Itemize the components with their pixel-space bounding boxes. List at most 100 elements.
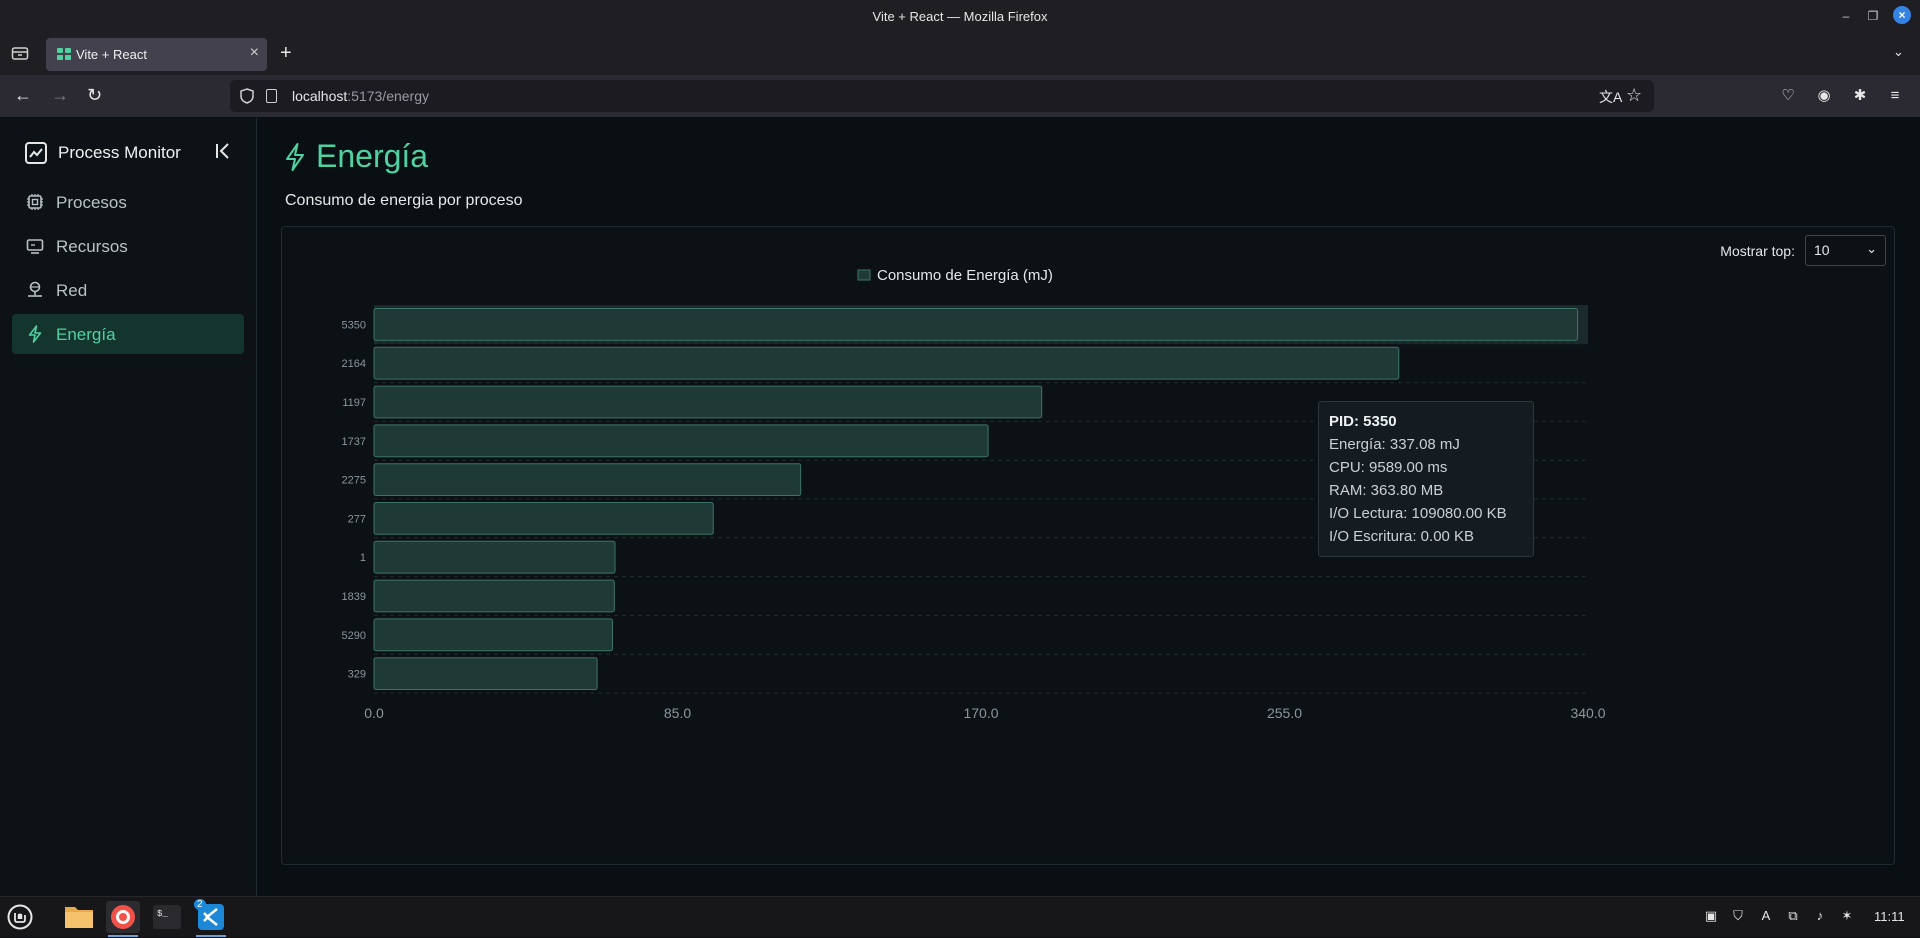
y-tick-label: 1839 <box>342 591 366 603</box>
y-tick-label: 329 <box>348 669 366 681</box>
terminal-icon: $_ <box>153 905 181 929</box>
tab-list-icon[interactable] <box>11 45 29 61</box>
bar-pid-2164 <box>373 346 1400 380</box>
page-title-text: Energía <box>316 138 429 174</box>
y-tick-label: 2275 <box>342 475 366 487</box>
reload-icon[interactable]: ↻ <box>87 85 102 106</box>
y-tick-label: 5290 <box>342 630 366 642</box>
notifications-icon[interactable]: ✶ <box>1839 908 1855 924</box>
x-tick-label: 170.0 <box>963 705 998 721</box>
tab-bar: Vite + React × + ⌄ <box>0 33 1920 75</box>
firefox-icon <box>111 905 135 929</box>
brand: Process Monitor <box>25 142 181 164</box>
tooltip-cpu: CPU: 9589.00 ms <box>1329 459 1448 476</box>
url-bar[interactable]: localhost:5173/energy 文A ☆ <box>230 80 1654 112</box>
list-all-tabs-icon[interactable]: ⌄ <box>1893 44 1904 60</box>
tab-close-icon[interactable]: × <box>250 44 259 62</box>
x-tick-label: 0.0 <box>364 705 384 721</box>
terminal-app-icon[interactable]: $_ <box>150 901 184 933</box>
bar-pid-1737 <box>373 424 989 458</box>
y-tick-label: 1197 <box>342 397 366 409</box>
bar-pid-329 <box>373 657 598 691</box>
bar-pid-5350 <box>373 307 1579 341</box>
clock: 11:11 <box>1874 909 1905 924</box>
restore-icon[interactable]: ❐ <box>1865 8 1881 24</box>
main-content: Energía Consumo de energia por proceso C… <box>258 118 1920 896</box>
sidebar: Process Monitor Procesos Recursos Red En… <box>0 118 257 896</box>
folder-icon <box>65 907 93 928</box>
bar-pid-1839 <box>373 579 615 613</box>
bolt-icon <box>286 142 304 171</box>
vscode-app-icon[interactable]: 2 <box>194 899 228 937</box>
mint-menu-icon[interactable] <box>7 904 33 930</box>
brand-name: Process Monitor <box>58 143 181 162</box>
x-tick-label: 85.0 <box>664 705 691 721</box>
navigation-bar: ← → ↻ localhost:5173/energy 文A ☆ ♡ ◉ ✱ ≡ <box>0 75 1920 118</box>
tooltip-io-read: I/O Lectura: 109080.00 KB <box>1329 505 1507 522</box>
page-subtitle: Consumo de energia por proceso <box>285 192 523 209</box>
taskbar: $_ 2 ▣ ⛉ A ⧉ ♪ ✶ 11:11 <box>0 896 1920 937</box>
y-tick-label: 2164 <box>342 358 366 370</box>
y-tick-label: 277 <box>348 513 366 525</box>
x-tick-label: 255.0 <box>1267 705 1302 721</box>
url-text[interactable]: localhost:5173/energy <box>292 88 429 104</box>
chart-tooltip: PID: 5350 Energía: 337.08 mJ CPU: 9589.0… <box>1318 401 1534 557</box>
y-tick-label: 5350 <box>342 319 366 331</box>
bookmark-star-icon[interactable]: ☆ <box>1626 85 1642 106</box>
keyboard-layout-icon[interactable]: A <box>1758 908 1774 924</box>
monitor-icon <box>26 239 44 254</box>
close-window-icon[interactable]: × <box>1893 6 1911 24</box>
sidebar-item-label: Red <box>56 281 88 300</box>
top-n-control: Mostrar top: 10 ⌄ <box>1720 235 1886 266</box>
forward-icon[interactable]: → <box>51 85 69 106</box>
translate-icon[interactable]: 文A <box>1599 87 1622 107</box>
vscode-window-count-badge: 2 <box>194 899 206 910</box>
new-tab-button[interactable]: + <box>280 42 292 65</box>
firefox-app-icon[interactable] <box>106 901 140 937</box>
bar-pid-2275 <box>373 463 802 497</box>
collapse-sidebar-icon[interactable] <box>212 140 234 162</box>
top-n-select[interactable]: 10 ⌄ <box>1805 235 1886 266</box>
tab-label: Vite + React <box>76 47 147 62</box>
minimize-icon[interactable]: – <box>1838 8 1854 24</box>
account-icon[interactable]: ◉ <box>1815 87 1833 105</box>
activity-chart-icon <box>25 142 47 164</box>
network-tray-icon[interactable]: ⧉ <box>1785 908 1801 924</box>
update-shield-icon[interactable]: ⛉ <box>1730 908 1746 924</box>
bar-pid-1 <box>373 540 616 574</box>
bar-pid-5290 <box>373 618 614 652</box>
bar-pid-277 <box>373 501 714 535</box>
tooltip-ram: RAM: 363.80 MB <box>1329 482 1444 499</box>
window-title: Vite + React — Mozilla Firefox <box>872 9 1048 24</box>
files-app-icon[interactable] <box>62 901 96 933</box>
sidebar-item-label: Energía <box>56 325 116 344</box>
sidebar-item-recursos[interactable]: Recursos <box>12 226 244 266</box>
shield-icon[interactable] <box>240 88 254 104</box>
tooltip-io-write: I/O Escritura: 0.00 KB <box>1329 528 1475 545</box>
y-tick-label: 1737 <box>342 436 366 448</box>
network-icon <box>28 281 42 297</box>
legend-swatch <box>857 269 871 281</box>
x-tick-label: 340.0 <box>1570 705 1605 721</box>
back-icon[interactable]: ← <box>14 85 32 106</box>
bar-pid-1197 <box>373 385 1043 419</box>
volume-icon[interactable]: ♪ <box>1812 908 1828 924</box>
tab-vite-react[interactable]: Vite + React × <box>46 38 267 71</box>
y-tick-label: 1 <box>360 552 366 564</box>
tooltip-pid: PID: 5350 <box>1329 413 1397 430</box>
vite-favicon-icon <box>57 48 71 60</box>
top-n-label: Mostrar top: <box>1720 242 1795 259</box>
clipboard-icon[interactable]: ▣ <box>1703 908 1719 924</box>
pocket-icon[interactable]: ♡ <box>1779 87 1797 105</box>
extensions-icon[interactable]: ✱ <box>1851 87 1869 105</box>
page-info-icon[interactable] <box>266 89 277 103</box>
top-n-value: 10 <box>1814 242 1830 258</box>
sidebar-item-energia[interactable]: Energía <box>12 314 244 354</box>
sidebar-item-label: Procesos <box>56 193 127 212</box>
sidebar-item-procesos[interactable]: Procesos <box>12 182 244 222</box>
bolt-icon <box>28 325 42 343</box>
window-titlebar: Vite + React — Mozilla Firefox – ❐ × <box>0 0 1920 33</box>
menu-icon[interactable]: ≡ <box>1886 87 1904 105</box>
sidebar-item-red[interactable]: Red <box>12 270 244 310</box>
cpu-icon <box>27 194 43 210</box>
